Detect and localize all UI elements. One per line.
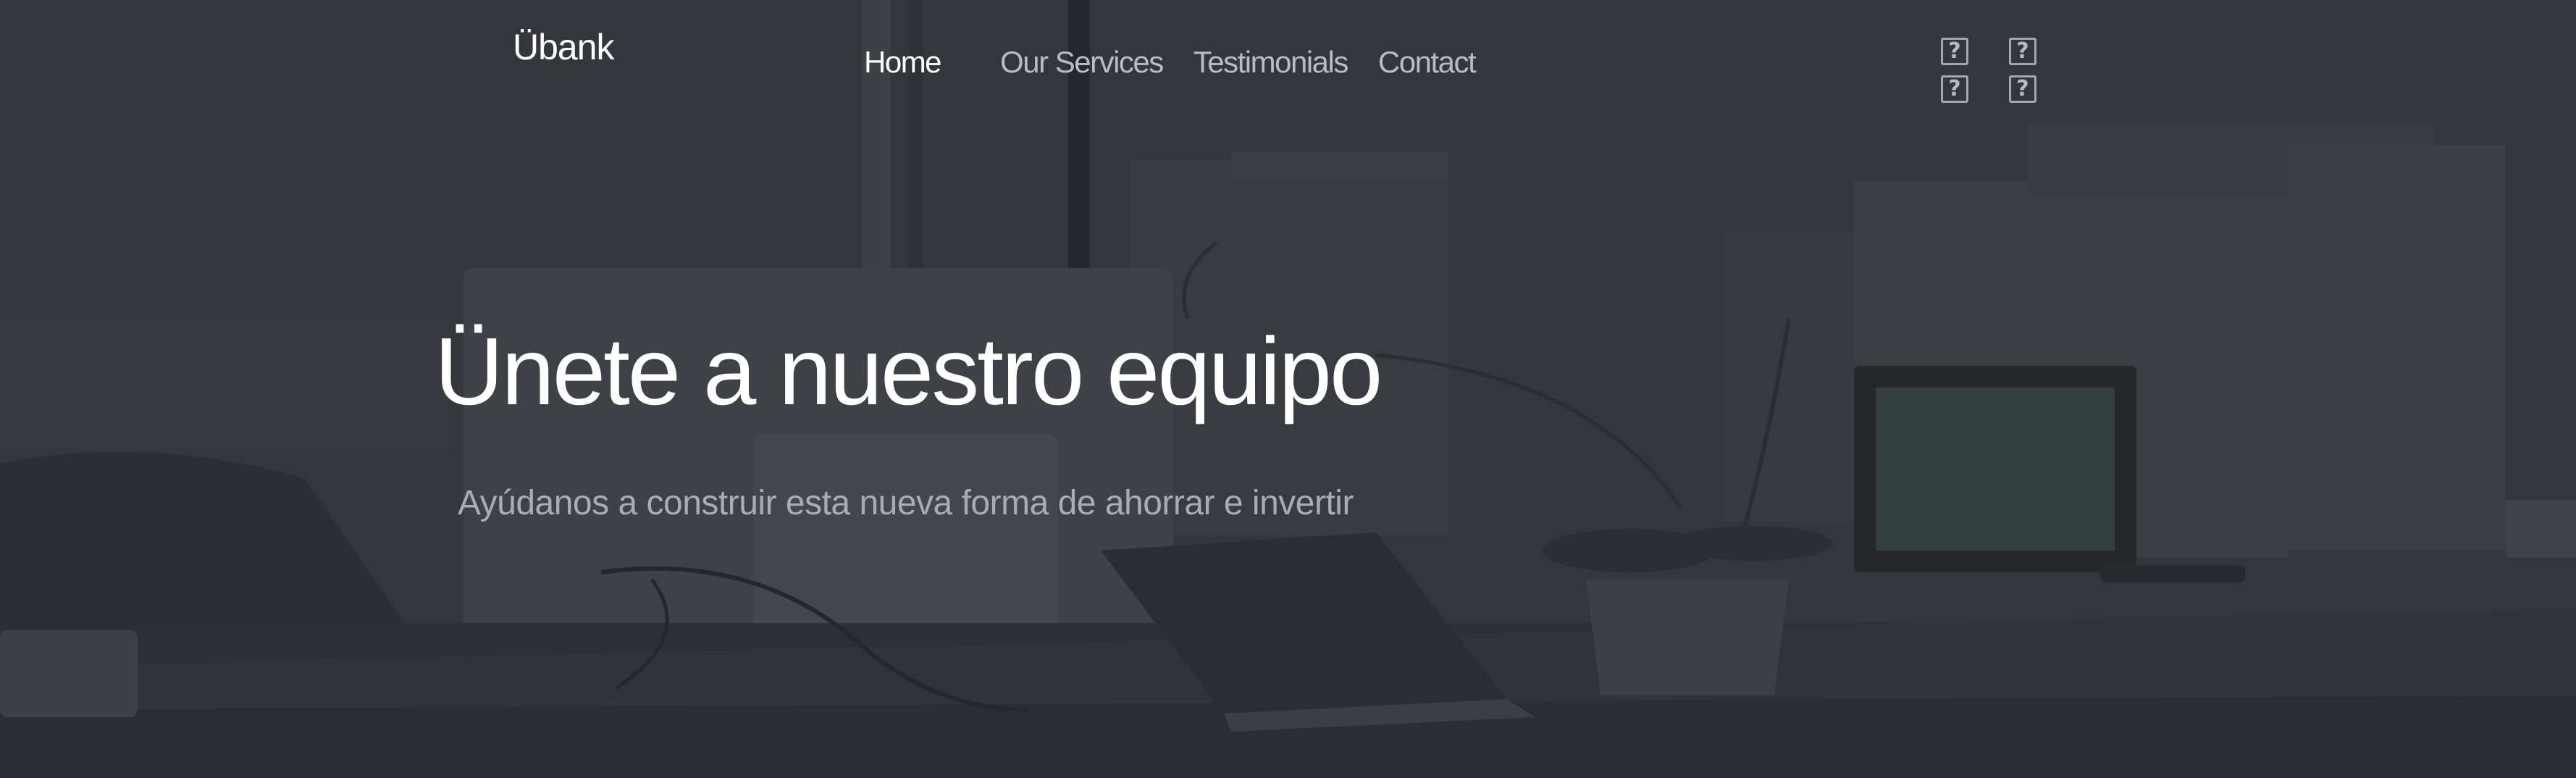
nav-item-our-services[interactable]: Our Services: [1000, 42, 1164, 83]
unknown-icon[interactable]: ?: [2009, 75, 2036, 103]
nav-item-testimonials[interactable]: Testimonials: [1193, 42, 1349, 83]
nav-item-contact[interactable]: Contact: [1378, 42, 1477, 83]
main-navigation: Home Our Services Testimonials Contact: [864, 42, 1477, 83]
unknown-icon[interactable]: ?: [1941, 75, 1968, 103]
hero-subtitle: Ayúdanos a construir esta nueva forma de…: [458, 484, 1354, 522]
header-icon-grid: ? ? ? ?: [1941, 38, 2044, 109]
unknown-icon[interactable]: ?: [2009, 38, 2036, 65]
unknown-icon[interactable]: ?: [1941, 38, 1968, 65]
hero-title: Ünete a nuestro equipo: [435, 318, 1383, 424]
brand-logo[interactable]: Übank: [513, 26, 615, 68]
nav-item-home[interactable]: Home: [864, 42, 942, 83]
